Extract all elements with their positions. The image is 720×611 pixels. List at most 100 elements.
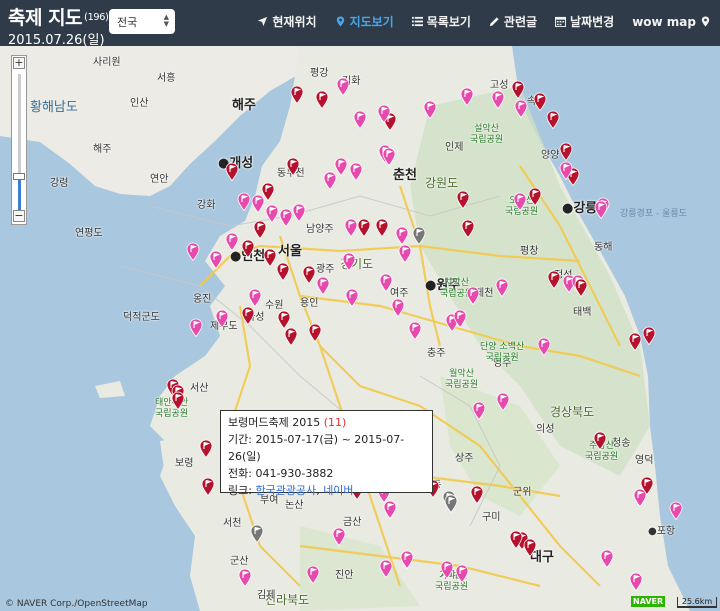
festival-marker[interactable] (237, 192, 251, 211)
festival-marker[interactable] (559, 161, 573, 180)
festival-marker[interactable] (382, 147, 396, 166)
festival-marker[interactable] (171, 391, 185, 410)
festival-marker[interactable] (460, 87, 474, 106)
festival-marker[interactable] (201, 477, 215, 496)
festival-marker[interactable] (286, 157, 300, 176)
festival-marker[interactable] (453, 309, 467, 328)
festival-marker[interactable] (514, 99, 528, 118)
festival-marker[interactable] (456, 190, 470, 209)
festival-marker[interactable] (345, 288, 359, 307)
festival-marker[interactable] (377, 104, 391, 123)
festival-marker[interactable] (513, 192, 527, 211)
festival-marker[interactable] (470, 485, 484, 504)
festival-marker[interactable] (248, 288, 262, 307)
festival-marker[interactable] (306, 565, 320, 584)
nav-change-date[interactable]: 날짜변경 (555, 13, 614, 30)
festival-marker[interactable] (357, 218, 371, 237)
festival-marker[interactable] (593, 431, 607, 450)
festival-marker[interactable] (628, 332, 642, 351)
festival-marker[interactable] (334, 157, 348, 176)
nav-list-view[interactable]: 목록보기 (411, 13, 471, 30)
festival-marker[interactable] (408, 321, 422, 340)
festival-marker[interactable] (315, 90, 329, 109)
link-korea-tourism[interactable]: 한국관광공사 (255, 484, 316, 497)
region-select[interactable]: 전국 ▲ ▼ (109, 9, 175, 34)
festival-marker[interactable] (395, 226, 409, 245)
zoom-in-button[interactable]: + (13, 57, 25, 69)
festival-marker[interactable] (461, 219, 475, 238)
festival-marker[interactable] (279, 208, 293, 227)
festival-marker[interactable] (186, 242, 200, 261)
festival-marker[interactable] (495, 278, 509, 297)
festival-marker[interactable] (472, 401, 486, 420)
festival-marker[interactable] (455, 564, 469, 583)
map-label: 군위 (513, 487, 532, 498)
nav-map-view[interactable]: 지도보기 (335, 13, 394, 30)
festival-marker[interactable] (199, 439, 213, 458)
festival-marker[interactable] (209, 250, 223, 269)
brand[interactable]: 축제 지도 (196) 2015.07.26(일) (8, 3, 109, 48)
festival-marker[interactable] (640, 476, 654, 495)
festival-marker[interactable] (491, 90, 505, 109)
festival-marker[interactable] (379, 559, 393, 578)
festival-marker[interactable] (225, 232, 239, 251)
festival-marker[interactable] (533, 92, 547, 111)
festival-marker[interactable] (547, 270, 561, 289)
festival-marker[interactable] (225, 162, 239, 181)
festival-marker[interactable] (594, 200, 608, 219)
festival-marker[interactable] (391, 298, 405, 317)
festival-marker[interactable] (250, 524, 264, 543)
festival-marker[interactable] (292, 203, 306, 222)
festival-marker[interactable] (375, 218, 389, 237)
festival-marker[interactable] (265, 204, 279, 223)
festival-marker[interactable] (189, 318, 203, 337)
link-naver[interactable]: 네이버 (323, 484, 353, 497)
festival-marker[interactable] (342, 252, 356, 271)
festival-marker[interactable] (316, 276, 330, 295)
zoom-handle[interactable] (13, 173, 25, 180)
festival-marker[interactable] (537, 337, 551, 356)
festival-marker[interactable] (253, 220, 267, 239)
festival-marker[interactable] (669, 501, 683, 520)
zoom-out-button[interactable]: − (13, 210, 25, 222)
festival-marker[interactable] (642, 326, 656, 345)
festival-marker[interactable] (251, 194, 265, 213)
festival-marker[interactable] (523, 538, 537, 557)
festival-marker[interactable] (344, 218, 358, 237)
festival-marker[interactable] (379, 273, 393, 292)
festival-marker[interactable] (284, 327, 298, 346)
festival-marker[interactable] (546, 110, 560, 129)
festival-marker[interactable] (398, 244, 412, 263)
festival-marker[interactable] (509, 530, 523, 549)
festival-marker[interactable] (308, 323, 322, 342)
festival-marker[interactable] (336, 77, 350, 96)
festival-marker[interactable] (600, 549, 614, 568)
festival-marker[interactable] (400, 550, 414, 569)
festival-marker[interactable] (241, 239, 255, 258)
festival-map[interactable]: ●개성 ●인천 서울 대전 대구 춘천 ●원주 ●강릉 해주 경기도 강원도 경… (0, 46, 720, 611)
festival-marker[interactable] (276, 262, 290, 281)
festival-marker[interactable] (241, 306, 255, 325)
festival-marker[interactable] (332, 527, 346, 546)
festival-marker[interactable] (238, 568, 252, 587)
nav-current-location[interactable]: 현재위치 (257, 13, 317, 30)
festival-marker[interactable] (528, 187, 542, 206)
festival-marker[interactable] (444, 494, 458, 513)
festival-marker[interactable] (559, 142, 573, 161)
festival-marker[interactable] (496, 392, 510, 411)
festival-marker[interactable] (466, 286, 480, 305)
festival-marker[interactable] (412, 226, 426, 245)
festival-marker[interactable] (263, 248, 277, 267)
festival-marker[interactable] (353, 110, 367, 129)
festival-marker[interactable] (574, 278, 588, 297)
festival-marker[interactable] (440, 560, 454, 579)
nav-related-posts[interactable]: 관련글 (489, 13, 537, 30)
festival-marker[interactable] (302, 265, 316, 284)
festival-marker[interactable] (423, 100, 437, 119)
festival-marker[interactable] (215, 309, 229, 328)
festival-marker[interactable] (629, 572, 643, 591)
festival-marker[interactable] (349, 162, 363, 181)
festival-marker[interactable] (290, 85, 304, 104)
nav-wow-map[interactable]: wow map (632, 13, 711, 30)
festival-marker[interactable] (511, 80, 525, 99)
